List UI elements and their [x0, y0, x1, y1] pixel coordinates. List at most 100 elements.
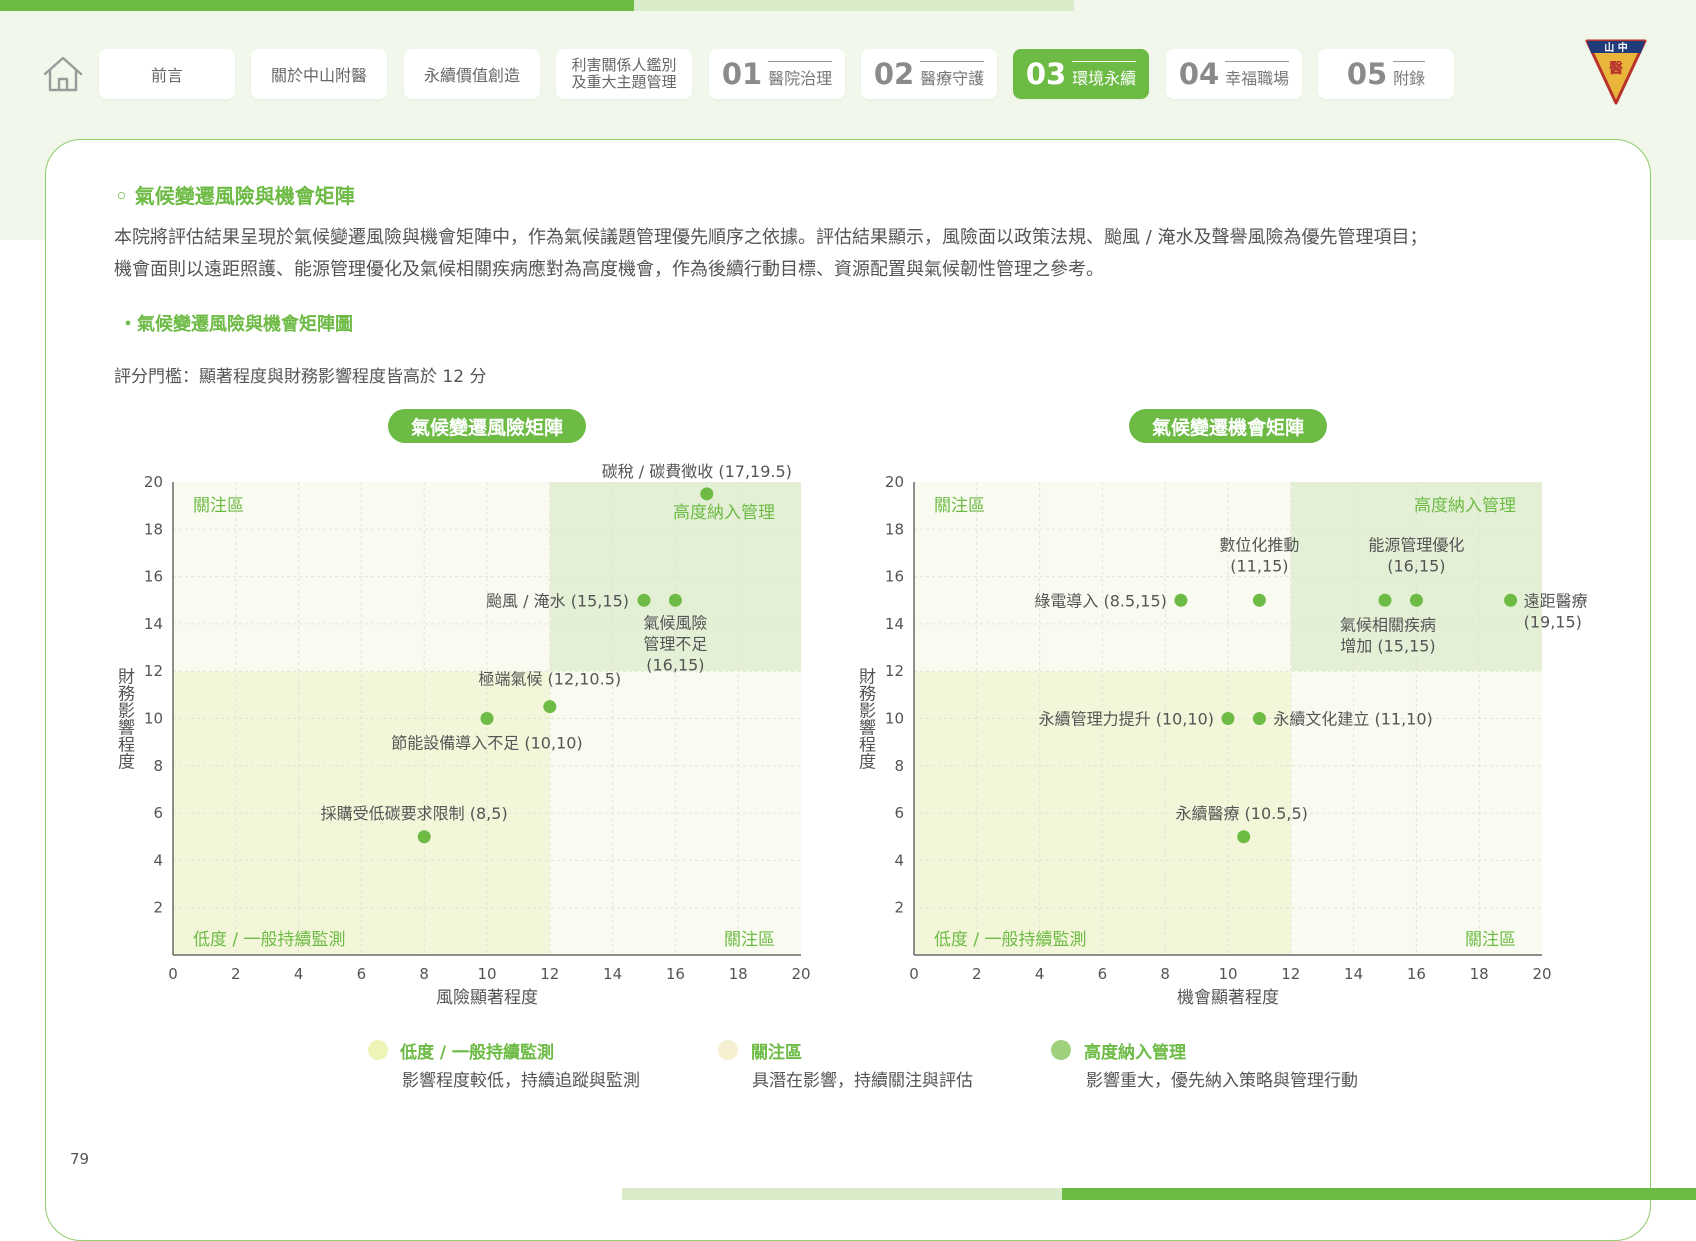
opp-x-tick-label: 2	[972, 965, 982, 983]
opp-x-tick-label: 6	[1098, 965, 1108, 983]
risk-data-point	[417, 830, 431, 844]
opp-y-tick-label: 20	[885, 473, 904, 491]
page-number: 79	[70, 1150, 90, 1168]
risk-y-tick-label: 4	[153, 851, 163, 869]
opp-zone-label-top-left: 關注區	[934, 496, 985, 516]
risk-x-tick-label: 18	[729, 965, 748, 983]
risk-data-point	[668, 593, 682, 607]
risk-x-tick-label: 2	[231, 965, 241, 983]
opp-x-tick-label: 16	[1407, 965, 1426, 983]
opp-x-tick-label: 20	[1532, 965, 1551, 983]
opp-y-tick-label: 16	[885, 568, 904, 586]
risk-y-tick-label: 8	[153, 757, 163, 775]
risk-x-tick-label: 6	[357, 965, 367, 983]
risk-y-tick-label: 10	[144, 710, 163, 728]
opp-x-tick-label: 4	[1035, 965, 1045, 983]
risk-x-axis-label: 風險顯著程度	[436, 988, 538, 1008]
opp-x-tick-label: 10	[1218, 965, 1237, 983]
risk-zone-label-bottom-left: 低度 / 一般持續監測	[193, 930, 346, 950]
opp-data-label-line: 數位化推動	[1219, 535, 1299, 554]
opp-y-tick-label: 10	[885, 710, 904, 728]
opp-x-tick-label: 14	[1344, 965, 1363, 983]
risk-y-axis-label: 財務影響程度	[114, 667, 135, 769]
opp-data-point	[1252, 712, 1266, 725]
risk-y-tick-label: 14	[144, 615, 163, 633]
opp-data-point	[1174, 593, 1188, 607]
opp-x-tick-label: 12	[1281, 965, 1300, 983]
risk-y-tick-label: 16	[144, 568, 163, 586]
risk-y-tick-label: 18	[144, 520, 163, 538]
opp-data-label: 永續文化建立 (11,10)	[1273, 710, 1432, 729]
risk-x-tick-label: 10	[477, 965, 496, 983]
opp-y-tick-label: 14	[885, 615, 904, 633]
opp-data-label-line: (11,15)	[1230, 556, 1288, 575]
risk-data-label: 碳稅 / 碳費徵收 (17,19.5)	[602, 462, 792, 481]
risk-data-label-line: 氣候風險	[643, 613, 707, 632]
risk-data-label: 極端氣候 (12,10.5)	[478, 670, 621, 689]
opp-data-label-line: 遠距醫療	[1524, 591, 1588, 610]
risk-data-label: 氣候風險管理不足 (16,15)	[643, 613, 707, 674]
risk-data-label-line: 管理不足	[643, 634, 707, 653]
legend-title-low: 低度 / 一般持續監測	[400, 1043, 555, 1063]
risk-data-label: 颱風 / 淹水 (15,15)	[486, 591, 629, 610]
risk-x-tick-label: 12	[540, 965, 559, 983]
opp-x-tick-label: 18	[1470, 965, 1489, 983]
opp-data-label-line: (19,15)	[1524, 612, 1582, 631]
risk-x-tick-label: 14	[603, 965, 622, 983]
risk-data-point	[700, 487, 714, 501]
opp-x-tick-label: 0	[909, 965, 919, 983]
opp-data-point	[1252, 593, 1266, 607]
opp-y-tick-label: 4	[894, 851, 904, 869]
opp-data-label: 永續醫療 (10.5,5)	[1175, 804, 1307, 823]
risk-data-label-line: (16,15)	[646, 655, 704, 674]
risk-y-tick-label: 2	[153, 899, 163, 917]
risk-zone-label-top-left: 關注區	[193, 496, 244, 516]
risk-x-tick-label: 8	[419, 965, 429, 983]
opp-data-point	[1378, 593, 1392, 607]
risk-zone-label-bottom-right: 關注區	[724, 930, 775, 950]
legend-desc-watch: 具潛在影響，持續關注與評估	[752, 1071, 973, 1091]
risk-y-tick-label: 20	[144, 473, 163, 491]
legend-title-watch: 關注區	[751, 1043, 802, 1063]
risk-data-label: 節能設備導入不足 (10,10)	[391, 734, 582, 753]
opp-data-label-line: (16,15)	[1387, 556, 1445, 575]
opp-x-axis-label: 機會顯著程度	[1177, 988, 1279, 1008]
opp-y-axis-label: 財務影響程度	[855, 667, 876, 769]
risk-x-tick-label: 4	[294, 965, 304, 983]
legend-dot-watch	[718, 1040, 738, 1060]
risk-x-tick-label: 0	[168, 965, 178, 983]
opp-data-point	[1221, 712, 1235, 725]
risk-zone-label-top-right: 高度納入管理	[673, 503, 775, 523]
opp-zone-label-bottom-left: 低度 / 一般持續監測	[934, 930, 1087, 950]
opp-data-point	[1409, 593, 1423, 607]
opp-y-tick-label: 6	[894, 804, 904, 822]
bottom-accent-bar-light	[622, 1188, 1062, 1200]
opp-data-label-line: 能源管理優化	[1368, 535, 1464, 554]
risk-data-point	[480, 712, 494, 725]
bottom-accent-bar	[1062, 1188, 1696, 1200]
risk-y-tick-label: 12	[144, 662, 163, 680]
legend-dot-low	[368, 1040, 388, 1060]
risk-y-tick-label: 6	[153, 804, 163, 822]
opp-x-tick-label: 8	[1160, 965, 1170, 983]
legend-dot-high	[1051, 1040, 1071, 1060]
opp-y-tick-label: 2	[894, 899, 904, 917]
opp-data-point	[1237, 830, 1251, 844]
opp-data-label-line: 氣候相關疾病	[1340, 615, 1436, 634]
opp-data-label-line: 增加 (15,15)	[1340, 636, 1435, 655]
risk-data-label: 採購受低碳要求限制 (8,5)	[321, 804, 508, 823]
opp-data-point	[1504, 593, 1518, 607]
legend-desc-low: 影響程度較低，持續追蹤與監測	[402, 1071, 640, 1091]
opp-zone-label-bottom-right: 關注區	[1465, 930, 1516, 950]
legend-title-high: 高度納入管理	[1084, 1043, 1186, 1063]
risk-x-tick-label: 16	[666, 965, 685, 983]
opp-data-label: 綠電導入 (8.5,15)	[1034, 591, 1166, 610]
opp-zone-label-top-right: 高度納入管理	[1414, 496, 1516, 516]
risk-data-point	[543, 700, 557, 714]
legend-desc-high: 影響重大，優先納入策略與管理行動	[1086, 1071, 1358, 1091]
opp-y-tick-label: 8	[894, 757, 904, 775]
opp-y-tick-label: 18	[885, 520, 904, 538]
opp-y-tick-label: 12	[885, 662, 904, 680]
opp-data-label: 永續管理力提升 (10,10)	[1039, 710, 1214, 729]
matrix-charts: 0 2 4 6 8 10 12 14 16 18 202468101214161820風險顯著程度財…	[114, 462, 1588, 1008]
